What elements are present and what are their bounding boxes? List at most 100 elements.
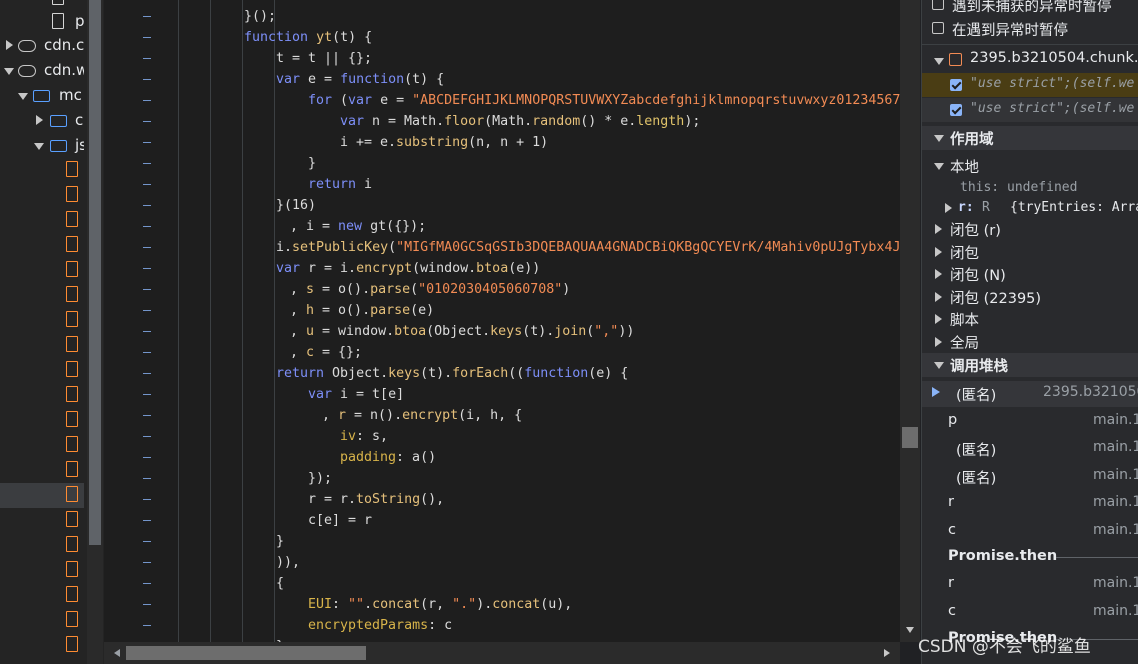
code-line[interactable]: encryptedParams: c	[308, 615, 452, 636]
scope-var-this[interactable]: this: undefined	[922, 178, 1138, 200]
frame-location[interactable]: main.1	[1093, 522, 1138, 538]
tree-item-js-file[interactable]	[0, 158, 84, 183]
frame-location[interactable]: main.1	[1093, 575, 1138, 591]
tree-item-js-file[interactable]	[0, 483, 84, 508]
line-marker[interactable]	[143, 541, 151, 542]
tree-item-js-file[interactable]	[0, 433, 84, 458]
code-line[interactable]: , s = o().parse("0102030405060708")	[290, 279, 570, 300]
frame-location[interactable]: main.1	[1093, 439, 1138, 455]
code-line[interactable]: return i	[308, 174, 372, 195]
collapse-arrow-icon[interactable]	[934, 163, 944, 170]
tree-item-js-file[interactable]	[0, 308, 84, 333]
expand-arrow-icon[interactable]	[935, 247, 942, 257]
collapse-arrow-icon[interactable]	[18, 93, 28, 100]
scope-closure[interactable]: 闭包	[922, 241, 1138, 263]
line-marker[interactable]	[143, 415, 151, 416]
call-frame[interactable]: c main.1	[922, 519, 1138, 545]
line-marker[interactable]	[143, 457, 151, 458]
line-marker[interactable]	[143, 520, 151, 521]
expand-arrow-icon[interactable]	[935, 224, 942, 234]
line-marker[interactable]	[143, 16, 151, 17]
tree-item-js-file[interactable]	[0, 333, 84, 358]
tree-item-folder[interactable]: cs	[0, 109, 84, 134]
tree-item-js-file[interactable]	[0, 533, 84, 558]
code-line[interactable]: )),	[276, 552, 300, 573]
code-line[interactable]: return Object.keys(t).forEach((function(…	[276, 363, 628, 384]
scope-section-header[interactable]: 作用域	[922, 126, 1138, 150]
scope-local[interactable]: 本地	[922, 155, 1138, 177]
expand-arrow-icon[interactable]	[935, 292, 942, 302]
tree-item-js-file[interactable]	[0, 208, 84, 233]
code-line[interactable]: r = r.toString(),	[308, 489, 444, 510]
line-marker[interactable]	[143, 373, 151, 374]
code-line[interactable]: var i = t[e]	[308, 384, 404, 405]
code-line[interactable]: }	[308, 153, 316, 174]
scroll-down-arrow-icon[interactable]	[906, 627, 914, 633]
pause-caught-option[interactable]: 在遇到异常时暂停	[922, 19, 1138, 41]
tree-item-js-file[interactable]	[0, 233, 84, 258]
line-marker[interactable]	[143, 121, 151, 122]
call-frame[interactable]: r main.1	[922, 491, 1138, 517]
scope-var-r[interactable]: r: R {tryEntries: Arra	[922, 198, 1138, 220]
frame-location[interactable]: main.1	[1093, 467, 1138, 483]
editor-vertical-scrollbar[interactable]	[900, 0, 920, 642]
code-line[interactable]: var e = function(t) {	[276, 69, 444, 90]
line-marker[interactable]	[143, 331, 151, 332]
expand-arrow-icon[interactable]	[935, 314, 942, 324]
line-marker[interactable]	[143, 163, 151, 164]
line-marker[interactable]	[143, 226, 151, 227]
collapse-arrow-icon[interactable]	[4, 68, 14, 75]
pause-caught-checkbox[interactable]	[932, 22, 944, 34]
collapse-arrow-icon[interactable]	[34, 143, 44, 150]
tree-item-js-file[interactable]	[0, 508, 84, 533]
code-line[interactable]: EUI: "".concat(r, ".").concat(u),	[308, 594, 572, 615]
tree-item-domain[interactable]: cdn.c	[0, 34, 84, 59]
tree-item-js-file[interactable]	[0, 633, 84, 658]
line-marker[interactable]	[143, 37, 151, 38]
line-marker[interactable]	[143, 604, 151, 605]
scope-closure[interactable]: 闭包 (r)	[922, 218, 1138, 240]
breakpoint-checkbox[interactable]	[950, 104, 962, 116]
tree-item-js-file[interactable]	[0, 383, 84, 408]
scope-global[interactable]: 全局	[922, 331, 1138, 353]
code-line[interactable]: iv: s,	[340, 426, 388, 447]
pause-uncaught-option[interactable]: 遇到未捕获的异常时暂停	[922, 0, 1138, 17]
line-marker[interactable]	[143, 562, 151, 563]
call-stack-section-header[interactable]: 调用堆栈	[922, 353, 1138, 377]
line-marker[interactable]	[143, 268, 151, 269]
line-marker[interactable]	[143, 289, 151, 290]
call-frame[interactable]: (匿名) main.1	[922, 464, 1138, 490]
code-line[interactable]: var n = Math.floor(Math.random() * e.len…	[340, 111, 700, 132]
tree-item-js-file[interactable]	[0, 458, 84, 483]
call-frame[interactable]: (匿名) main.1	[922, 436, 1138, 462]
breakpoint-item[interactable]: "use strict";(self.we	[922, 98, 1138, 122]
collapse-arrow-icon[interactable]	[934, 58, 944, 65]
tree-item-js-file[interactable]	[0, 583, 84, 608]
collapse-arrow-icon[interactable]	[934, 362, 944, 369]
code-line[interactable]: i += e.substring(n, n + 1)	[340, 132, 548, 153]
tree-item-file[interactable]: p	[0, 10, 84, 35]
tree-item-js-file[interactable]	[0, 258, 84, 283]
frame-location[interactable]: 2395.b321050	[1043, 384, 1138, 400]
scroll-left-arrow-icon[interactable]	[114, 649, 120, 657]
line-marker[interactable]	[143, 499, 151, 500]
scroll-right-arrow-icon[interactable]	[884, 649, 890, 657]
line-marker[interactable]	[143, 142, 151, 143]
code-line[interactable]: , i = new gt({});	[290, 216, 426, 237]
call-frame[interactable]: p main.1	[922, 409, 1138, 435]
expand-arrow-icon[interactable]	[935, 337, 942, 347]
line-marker[interactable]	[143, 352, 151, 353]
frame-location[interactable]: main.1	[1093, 603, 1138, 619]
tree-item-folder[interactable]: mc	[0, 84, 84, 109]
scope-script[interactable]: 脚本	[922, 308, 1138, 330]
code-line[interactable]: t = t || {};	[276, 48, 372, 69]
scope-closure[interactable]: 闭包 (N)	[922, 263, 1138, 285]
collapse-arrow-icon[interactable]	[934, 135, 944, 142]
tree-item-js-file[interactable]	[0, 608, 84, 633]
line-marker[interactable]	[143, 79, 151, 80]
tree-item-js-file[interactable]	[0, 283, 84, 308]
line-marker[interactable]	[143, 58, 151, 59]
expand-arrow-icon[interactable]	[945, 203, 952, 213]
line-marker[interactable]	[143, 625, 151, 626]
breakpoint-item-active[interactable]: "use strict";(self.we	[922, 73, 1138, 97]
